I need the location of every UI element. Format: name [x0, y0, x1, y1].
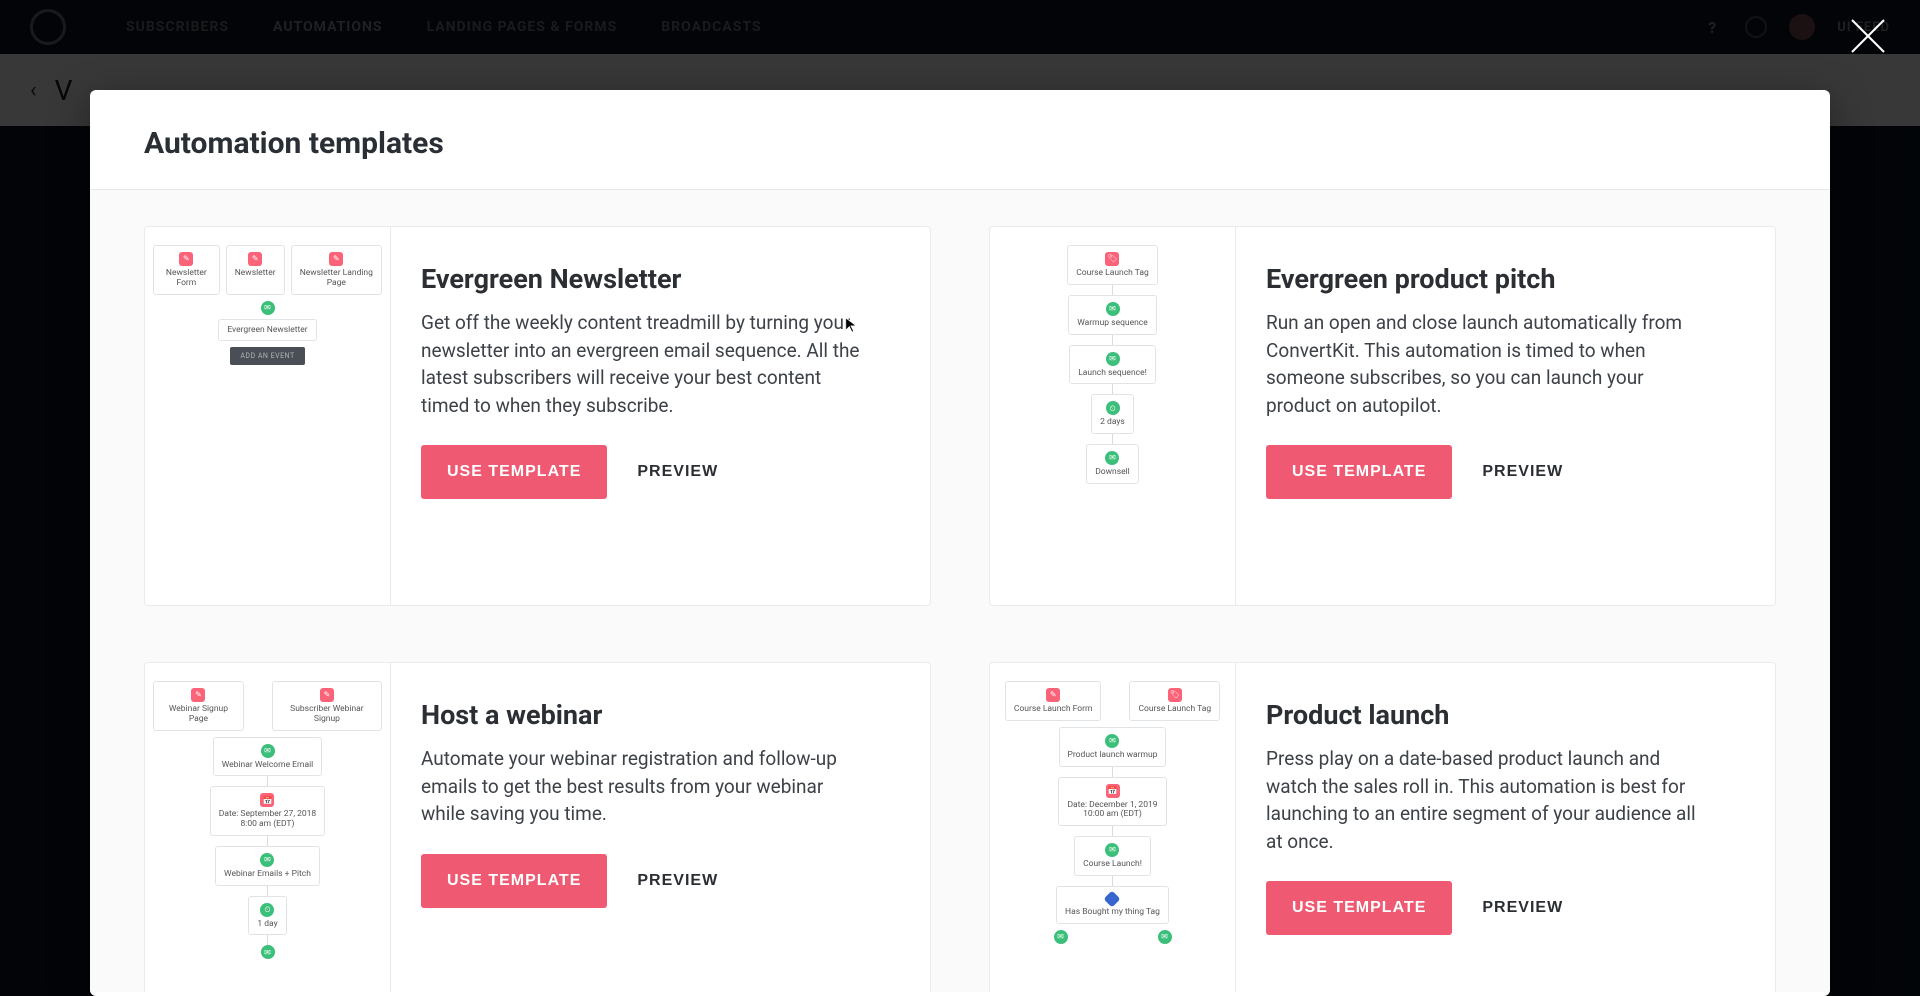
thumb-node: ✉Warmup sequence	[1068, 295, 1157, 335]
thumb-node: Evergreen Newsletter	[218, 319, 316, 342]
thumb-node: ⏲1 day	[248, 896, 286, 936]
template-title: Evergreen product pitch	[1266, 263, 1745, 295]
templates-grid: ✎Newsletter Form ✎Newsletter ✎Newsletter…	[144, 226, 1776, 992]
template-title: Host a webinar	[421, 699, 900, 731]
thumb-chip-icon: ✉	[1158, 930, 1172, 944]
thumb-chip-icon: ✉	[261, 945, 275, 959]
template-body: Evergreen product pitch Run an open and …	[1236, 227, 1775, 605]
thumb-node: ✎Webinar Signup Page	[153, 681, 244, 731]
template-body: Host a webinar Automate your webinar reg…	[391, 663, 930, 992]
use-template-button[interactable]: USE TEMPLATE	[421, 854, 607, 908]
modal-header: Automation templates	[90, 90, 1830, 190]
preview-button[interactable]: PREVIEW	[1482, 463, 1563, 481]
template-card-evergreen-pitch: 🏷Course Launch Tag ✉Warmup sequence ✉Lau…	[989, 226, 1776, 606]
thumb-node: ✉Webinar Welcome Email	[213, 737, 322, 777]
thumb-node: 🏷Course Launch Tag	[1067, 245, 1158, 285]
thumb-node: ✎Newsletter	[226, 245, 285, 295]
template-desc: Run an open and close launch automatical…	[1266, 309, 1706, 419]
thumb-chip-icon: ✉	[1054, 930, 1068, 944]
thumb-node: 📅Date: September 27, 2018 8:00 am (EDT)	[210, 786, 325, 836]
thumb-node: ⏲2 days	[1091, 394, 1134, 434]
use-template-button[interactable]: USE TEMPLATE	[421, 445, 607, 499]
template-title: Product launch	[1266, 699, 1745, 731]
template-thumb: ✎Webinar Signup Page ✎Subscriber Webinar…	[145, 663, 391, 992]
modal-title: Automation templates	[144, 126, 1776, 161]
thumb-node: ✎Newsletter Landing Page	[291, 245, 382, 295]
plus-chip-icon: ✉	[261, 301, 275, 315]
thumb-node: Has Bought my thing Tag	[1056, 886, 1169, 924]
template-body: Product launch Press play on a date-base…	[1236, 663, 1775, 992]
use-template-button[interactable]: USE TEMPLATE	[1266, 445, 1452, 499]
templates-modal: Automation templates ✎Newsletter Form ✎N…	[90, 90, 1830, 996]
thumb-node: ✉Course Launch!	[1074, 836, 1151, 876]
template-desc: Press play on a date-based product launc…	[1266, 745, 1706, 855]
preview-button[interactable]: PREVIEW	[637, 463, 718, 481]
thumb-node: ✉Product launch warmup	[1059, 727, 1167, 767]
template-card-evergreen-newsletter: ✎Newsletter Form ✎Newsletter ✎Newsletter…	[144, 226, 931, 606]
thumb-node: ✉Webinar Emails + Pitch	[215, 846, 320, 886]
close-icon[interactable]	[1846, 14, 1890, 58]
modal-body: ✎Newsletter Form ✎Newsletter ✎Newsletter…	[90, 190, 1830, 992]
template-card-host-webinar: ✎Webinar Signup Page ✎Subscriber Webinar…	[144, 662, 931, 992]
preview-button[interactable]: PREVIEW	[1482, 899, 1563, 917]
thumb-node: ✉Downsell	[1086, 444, 1139, 484]
thumb-node: ✉Launch sequence!	[1069, 345, 1156, 385]
use-template-button[interactable]: USE TEMPLATE	[1266, 881, 1452, 935]
template-desc: Automate your webinar registration and f…	[421, 745, 861, 828]
thumb-add-event: ADD AN EVENT	[230, 347, 304, 365]
template-thumb: 🏷Course Launch Tag ✉Warmup sequence ✉Lau…	[990, 227, 1236, 605]
template-thumb: ✎Course Launch Form 🏷Course Launch Tag ✉…	[990, 663, 1236, 992]
template-title: Evergreen Newsletter	[421, 263, 900, 295]
thumb-node: 🏷Course Launch Tag	[1129, 681, 1220, 721]
template-thumb: ✎Newsletter Form ✎Newsletter ✎Newsletter…	[145, 227, 391, 605]
thumb-node: ✎Newsletter Form	[153, 245, 220, 295]
thumb-node: ✎Course Launch Form	[1005, 681, 1102, 721]
thumb-node: 📅Date: December 1, 2019 10:00 am (EDT)	[1058, 777, 1166, 827]
preview-button[interactable]: PREVIEW	[637, 872, 718, 890]
template-card-product-launch: ✎Course Launch Form 🏷Course Launch Tag ✉…	[989, 662, 1776, 992]
thumb-node: ✎Subscriber Webinar Signup	[272, 681, 382, 731]
template-body: Evergreen Newsletter Get off the weekly …	[391, 227, 930, 605]
template-desc: Get off the weekly content treadmill by …	[421, 309, 861, 419]
